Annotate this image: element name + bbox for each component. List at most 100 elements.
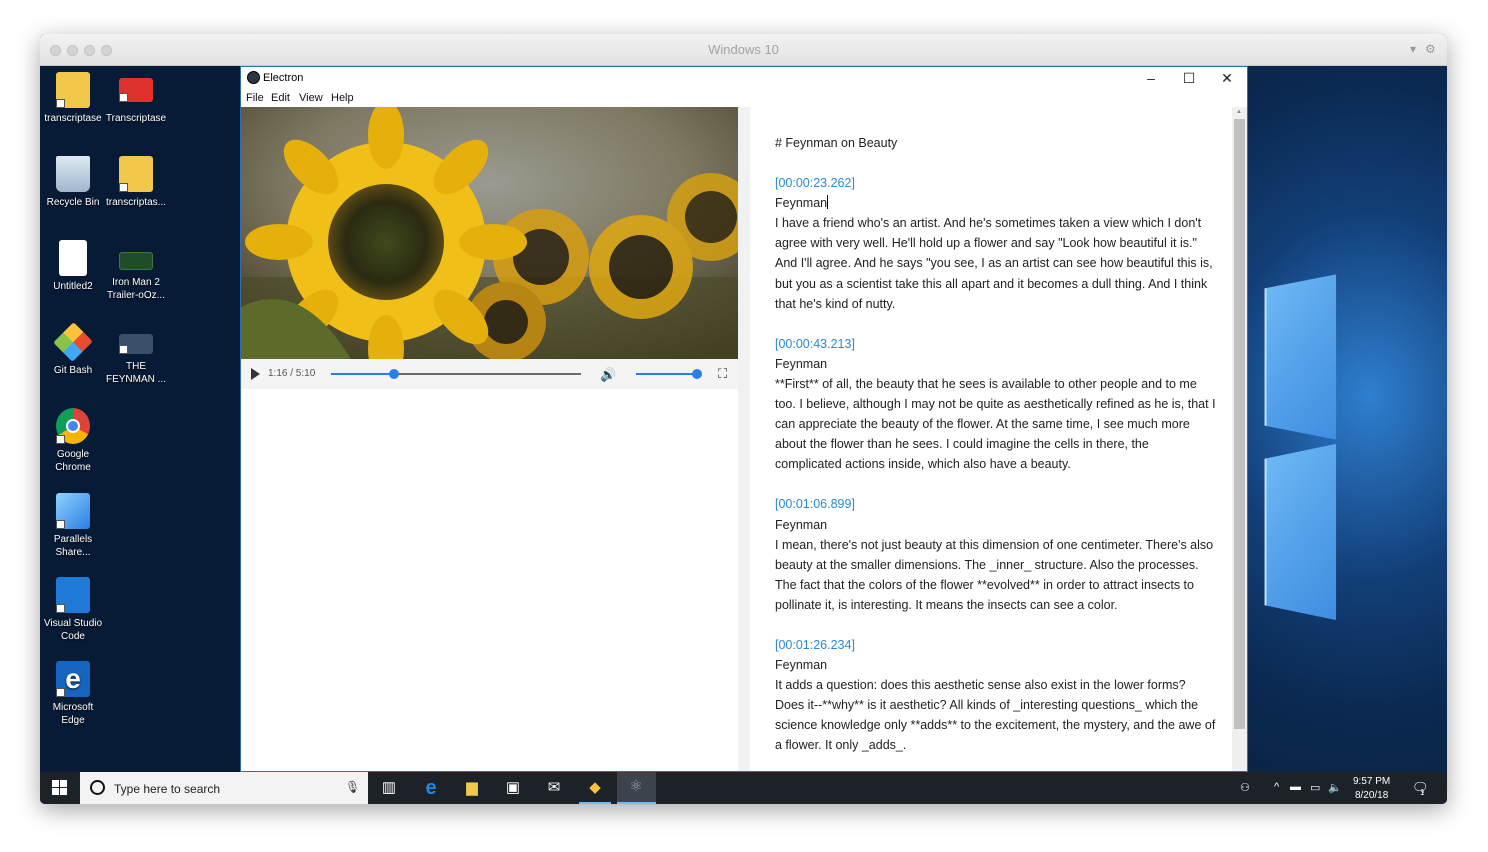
menu-edit[interactable]: Edit <box>271 92 290 104</box>
taskbar-search[interactable]: Type here to search 🎙 <box>80 772 368 804</box>
clock-date: 8/20/18 <box>1354 790 1389 801</box>
speaker-line: Feynman <box>775 193 1216 213</box>
git-taskbar-icon[interactable]: ◆ <box>584 777 606 799</box>
speaker-name: Feynman <box>775 658 828 673</box>
speaker-name: Feynman <box>775 517 828 532</box>
taskbar: Type here to search 🎙 ▥ e ▆ ▣ ✉ ◆ ⚛ ⚇ ^ … <box>40 772 1447 804</box>
desktop-icon-label: Git Bash <box>53 365 93 376</box>
desktop-icon-untitled2[interactable]: Untitled2 <box>40 240 106 293</box>
desktop-icon-transcriptase-zip[interactable]: transcriptas... <box>103 156 169 209</box>
parallels-share-icon <box>56 493 90 529</box>
maximize-button[interactable]: ☐ <box>1170 67 1208 89</box>
timestamp-link[interactable]: [00:01:26.234] <box>775 635 1216 655</box>
zip-folder-icon <box>119 156 153 192</box>
search-placeholder: Type here to search <box>114 782 221 796</box>
microphone-icon[interactable]: 🎙 <box>345 780 360 794</box>
gear-icon[interactable]: ⚙ <box>1425 42 1436 56</box>
desktop-icon-visual-studio-code[interactable]: Visual Studio Code <box>40 577 106 643</box>
file-explorer-icon[interactable]: ▆ <box>461 777 483 799</box>
video-frame[interactable] <box>241 107 738 359</box>
battery-icon[interactable]: ▬ <box>1290 781 1301 793</box>
edge-icon: e <box>56 661 90 697</box>
close-button[interactable]: ✕ <box>1208 67 1246 89</box>
transcript-entry: [00:01:26.234] Feynman It adds a questio… <box>775 635 1216 756</box>
entry-text: **First** of all, the beauty that he see… <box>775 376 1216 472</box>
seek-slider[interactable] <box>331 369 581 379</box>
volume-slider[interactable] <box>636 369 702 379</box>
desktop-icon-iron-man-trailer[interactable]: Iron Man 2 Trailer-oOz... <box>103 240 169 302</box>
menu-help[interactable]: Help <box>331 92 354 104</box>
vscode-icon <box>56 577 90 613</box>
cortana-icon <box>90 780 105 795</box>
minimize-button[interactable]: – <box>1132 67 1170 89</box>
file-icon <box>59 240 87 276</box>
scroll-up-icon[interactable]: ▲ <box>1236 109 1242 115</box>
fullscreen-icon[interactable]: ⛶ <box>718 366 727 382</box>
app-title: Electron <box>263 72 304 84</box>
play-icon[interactable] <box>251 368 260 380</box>
volume-icon[interactable]: 🔊 <box>600 367 616 383</box>
app-content: 1:16 / 5:10 🔊 ⛶ # Feynman on Beauty [00:… <box>241 107 1247 771</box>
vm-title: Windows 10 <box>708 42 779 57</box>
vm-titlebar: Windows 10 ▾ ⚙ <box>40 34 1447 66</box>
desktop-icon-recycle-bin[interactable]: Recycle Bin <box>40 156 106 209</box>
seek-handle[interactable] <box>388 369 399 379</box>
desktop-icon-label: Visual Studio Code <box>43 618 103 642</box>
edge-taskbar-icon[interactable]: e <box>420 777 442 799</box>
volume-handle[interactable] <box>691 369 702 379</box>
video-file-icon <box>119 252 153 270</box>
chevron-down-icon[interactable]: ▾ <box>1410 42 1416 56</box>
sunflower-video-image <box>241 107 738 359</box>
clock-time: 9:57 PM <box>1353 776 1391 787</box>
app-titlebar: Electron – ☐ ✕ <box>241 67 1247 89</box>
git-running-indicator <box>579 802 611 804</box>
desktop-icon-label: Parallels Share... <box>53 534 93 558</box>
electron-window: Electron – ☐ ✕ File Edit View Help 1:16 … <box>240 66 1248 772</box>
desktop-icon-transcriptase-app[interactable]: Transcriptase <box>103 72 169 125</box>
menu-file[interactable]: File <box>246 92 264 104</box>
desktop-icon-transcriptase-folder[interactable]: transcriptase <box>40 72 106 125</box>
chevron-up-icon[interactable]: ^ <box>1274 781 1279 793</box>
time-display: 1:16 / 5:10 <box>268 368 316 379</box>
transcript-editor[interactable]: # Feynman on Beauty [00:00:23.262] Feynm… <box>750 107 1232 771</box>
vm-window: Windows 10 ▾ ⚙ transcriptase Transcripta… <box>40 34 1447 804</box>
desktop-icon-feynman-video[interactable]: THE FEYNMAN ... <box>103 324 169 386</box>
timestamp-link[interactable]: [00:00:23.262] <box>775 173 1216 193</box>
mail-icon[interactable]: ✉ <box>543 777 565 799</box>
electron-taskbar-icon: ⚛ <box>629 778 643 795</box>
entry-text: I mean, there's not just beauty at this … <box>775 537 1214 612</box>
menu-view[interactable]: View <box>299 92 323 104</box>
timestamp-link[interactable]: [00:00:43.213] <box>775 334 1216 354</box>
clock[interactable]: 9:57 PM 8/20/18 <box>1353 775 1390 803</box>
windows-logo-pane <box>1264 274 1337 440</box>
scroll-thumb[interactable] <box>1234 119 1245 729</box>
speaker-icon[interactable]: 🔈 <box>1328 781 1342 794</box>
store-icon[interactable]: ▣ <box>502 777 524 799</box>
people-icon[interactable]: ⚇ <box>1240 781 1250 794</box>
text-cursor <box>827 195 829 210</box>
video-file-icon <box>119 334 153 354</box>
desktop-icon-google-chrome[interactable]: Google Chrome <box>40 408 106 474</box>
speaker-name: Feynman <box>775 356 828 371</box>
entry-text: I have a friend who's an artist. And he'… <box>775 216 1213 311</box>
transcript-heading: # Feynman on Beauty <box>775 136 898 150</box>
menubar: File Edit View Help <box>241 89 1247 107</box>
windows-start-icon[interactable] <box>52 780 68 796</box>
desktop-icon-microsoft-edge[interactable]: e Microsoft Edge <box>40 661 106 727</box>
desktop-icon-label: transcriptase <box>44 113 102 124</box>
desktop-icon-label: Recycle Bin <box>46 197 100 208</box>
desktop: transcriptase Transcriptase Recycle Bin … <box>40 66 1447 772</box>
timestamp-link[interactable]: [00:01:06.899] <box>775 494 1216 514</box>
folder-icon <box>56 72 90 108</box>
desktop-icon-git-bash[interactable]: Git Bash <box>40 322 106 377</box>
pane-divider[interactable] <box>738 107 750 771</box>
desktop-icon-label: Transcriptase <box>105 113 167 124</box>
transcript-entry: [00:01:06.899] Feynman I mean, there's n… <box>775 494 1216 615</box>
task-view-icon[interactable]: ▥ <box>378 777 400 799</box>
electron-taskbar-button[interactable]: ⚛ <box>617 772 656 804</box>
network-icon[interactable]: ▭ <box>1310 781 1320 794</box>
desktop-icon-parallels-share[interactable]: Parallels Share... <box>40 493 106 559</box>
transcript-scrollbar[interactable]: ▲ <box>1232 107 1247 771</box>
volume-fill <box>636 373 697 375</box>
video-pane: 1:16 / 5:10 🔊 ⛶ <box>241 107 738 771</box>
